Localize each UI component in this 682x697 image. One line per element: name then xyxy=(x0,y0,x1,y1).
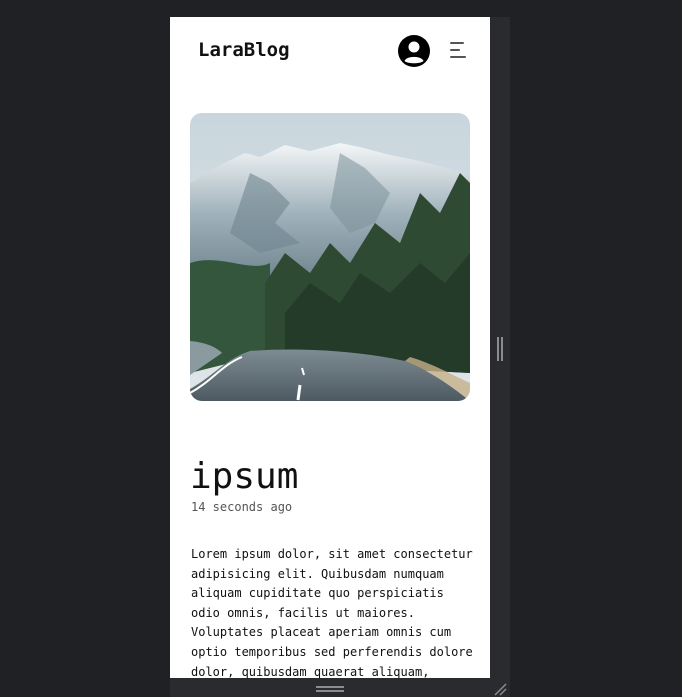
navbar: LaraBlog xyxy=(170,17,490,83)
mobile-viewport: LaraBlog ipsum 14 seconds ago Lorem ipsu… xyxy=(170,17,490,678)
post-hero-image xyxy=(190,113,470,401)
mountain-road-image xyxy=(190,113,470,401)
hamburger-menu-icon[interactable] xyxy=(448,41,468,59)
post-title: ipsum xyxy=(190,456,299,497)
post-body: Lorem ipsum dolor, sit amet consectetur … xyxy=(191,547,473,678)
brand-logo[interactable]: LaraBlog xyxy=(198,39,290,61)
resize-handle-side[interactable] xyxy=(497,337,503,361)
resize-handle-bottom[interactable] xyxy=(316,685,344,693)
resize-corner-icon[interactable] xyxy=(493,682,507,696)
user-circle-icon[interactable] xyxy=(398,35,430,67)
post-timestamp: 14 seconds ago xyxy=(191,500,293,514)
